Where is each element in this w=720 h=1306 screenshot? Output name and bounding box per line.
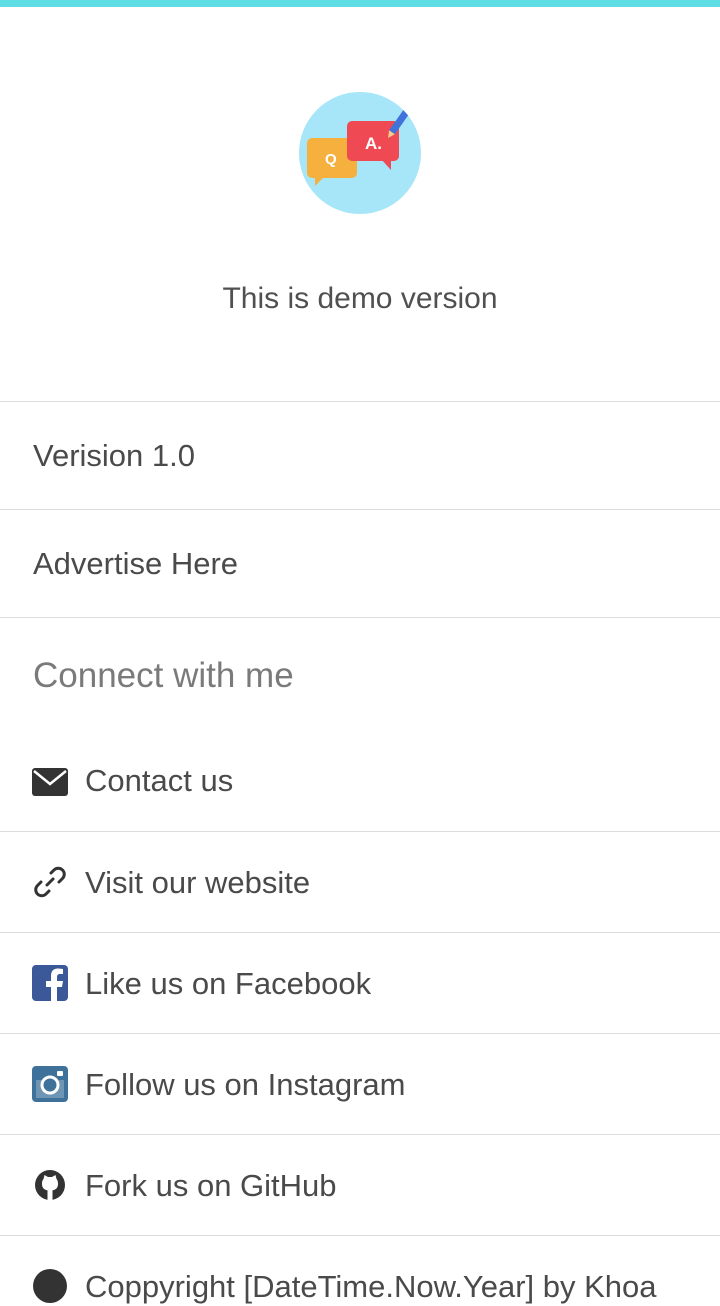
facebook-label: Like us on Facebook <box>85 966 372 1001</box>
visit-website-label: Visit our website <box>85 865 311 900</box>
facebook-icon <box>32 965 68 1001</box>
link-icon <box>34 866 66 898</box>
visit-website-item[interactable]: Visit our website <box>0 832 720 932</box>
github-icon <box>35 1170 65 1200</box>
divider <box>0 617 720 618</box>
copyright-icon <box>33 1269 67 1303</box>
copyright-item: Coppyright [DateTime.Now.Year] by Khoa <box>0 1236 720 1306</box>
version-text: Verision 1.0 <box>33 438 195 473</box>
top-accent-bar <box>0 0 720 7</box>
instagram-label: Follow us on Instagram <box>85 1067 406 1102</box>
instagram-icon <box>32 1066 68 1102</box>
divider <box>0 509 720 510</box>
svg-text:Q: Q <box>325 151 337 168</box>
app-logo: Q A. <box>299 92 421 214</box>
connect-section-heading: Connect with me <box>33 656 294 695</box>
github-item[interactable]: Fork us on GitHub <box>0 1135 720 1235</box>
advertise-here-item[interactable]: Advertise Here <box>33 546 238 582</box>
about-page: Q A. This is demo version Verision 1.0 A… <box>0 0 720 1306</box>
contact-us-label: Contact us <box>85 763 234 798</box>
demo-version-text: This is demo version <box>222 282 498 315</box>
divider <box>0 401 720 402</box>
github-label: Fork us on GitHub <box>85 1168 337 1203</box>
copyright-label: Coppyright [DateTime.Now.Year] by Khoa <box>85 1269 657 1304</box>
envelope-icon <box>32 768 68 796</box>
contact-us-item[interactable]: Contact us <box>0 732 720 832</box>
instagram-item[interactable]: Follow us on Instagram <box>0 1034 720 1134</box>
qa-chat-bubbles-icon: Q A. <box>307 106 412 186</box>
svg-text:A.: A. <box>365 134 382 153</box>
facebook-item[interactable]: Like us on Facebook <box>0 933 720 1033</box>
